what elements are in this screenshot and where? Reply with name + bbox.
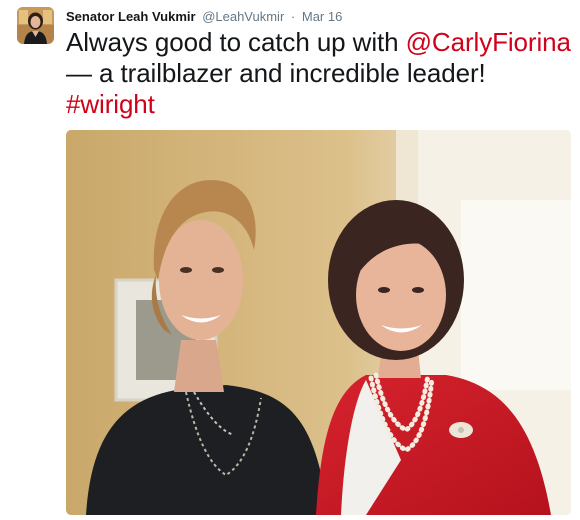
tweet-text-part-1: Always good to catch up with [66, 27, 406, 57]
tweet: Senator Leah Vukmir @LeahVukmir · Mar 16… [0, 0, 580, 520]
display-name[interactable]: Senator Leah Vukmir [66, 9, 196, 24]
tweet-text-part-2: — a trailblazer and incredible leader! [66, 58, 486, 88]
tweet-header: Senator Leah Vukmir @LeahVukmir · Mar 16 [66, 9, 342, 25]
hashtag-link[interactable]: #wiright [66, 89, 155, 119]
avatar[interactable] [17, 7, 54, 44]
user-handle[interactable]: @LeahVukmir [202, 9, 284, 24]
separator-dot: · [290, 9, 296, 24]
tweet-photo[interactable] [66, 130, 571, 515]
tweet-text: Always good to catch up with @CarlyFiori… [66, 27, 571, 120]
timestamp[interactable]: Mar 16 [302, 9, 342, 24]
mention-link[interactable]: @CarlyFiorina [406, 27, 571, 57]
